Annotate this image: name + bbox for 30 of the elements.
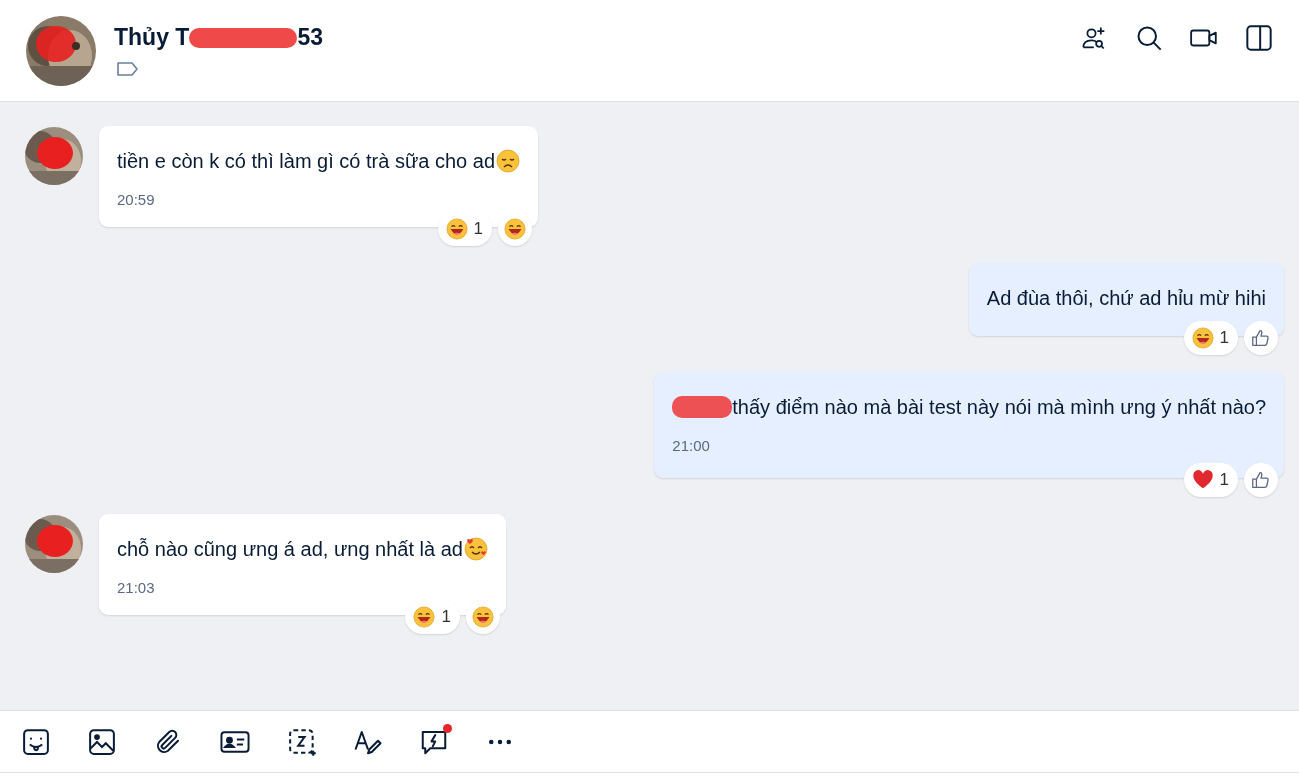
message-time: 21:03 (117, 579, 156, 596)
reaction-count[interactable]: 1 (1183, 463, 1238, 497)
message-text: chỗ nào cũng ưng á ad, ưng nhất là ad (117, 535, 488, 563)
laughing-emoji-icon (413, 606, 436, 628)
reaction-count[interactable]: 1 (405, 600, 460, 634)
message-text: Ad đùa thôi, chứ ad hỉu mừ hihi (986, 286, 1266, 311)
heart-icon (1191, 469, 1214, 491)
smiling-hearts-emoji-icon (463, 537, 488, 561)
laughing-emoji-icon (504, 218, 527, 240)
image-icon[interactable] (87, 726, 117, 757)
message-text: tiền e còn k có thì làm gì có trà sữa cho ad (117, 147, 521, 175)
laughing-emoji-icon (1191, 327, 1214, 349)
contact-name: Thủy T 53 (114, 24, 324, 51)
message-time: 20:59 (117, 191, 156, 208)
react-button[interactable] (1244, 463, 1278, 497)
message-text: thấy điểm nào mà bài test này nói mà mình ưng ý nhất nào? (672, 393, 1266, 421)
tag-icon[interactable] (116, 61, 140, 77)
react-button[interactable] (498, 212, 533, 246)
thumbs-up-icon (1250, 469, 1272, 491)
laughing-emoji-icon (445, 218, 468, 240)
react-button[interactable] (1244, 321, 1278, 355)
sidebar-panel-icon[interactable] (1245, 23, 1273, 52)
reaction-count[interactable]: 1 (437, 212, 493, 246)
thumbs-up-icon (1250, 327, 1272, 349)
sticker-icon[interactable] (21, 726, 51, 757)
laughing-emoji-icon (471, 606, 494, 628)
message-time: 21:00 (672, 437, 711, 454)
sad-emoji-icon (496, 149, 521, 173)
screenshot-icon[interactable] (287, 726, 317, 757)
reaction-count[interactable]: 1 (1183, 321, 1238, 355)
